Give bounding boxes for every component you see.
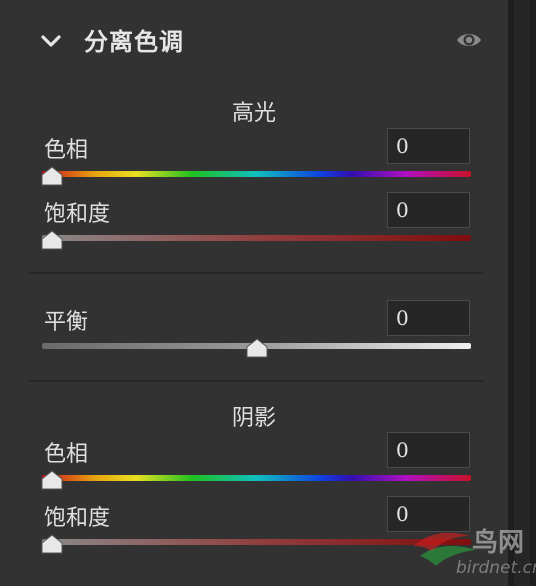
panel-title: 分离色调 xyxy=(84,28,184,56)
divider xyxy=(29,380,484,382)
shadows-saturation-slider-thumb[interactable] xyxy=(41,534,63,554)
balance-label: 平衡 xyxy=(44,310,89,335)
highlights-hue-input[interactable]: 0 xyxy=(387,128,470,164)
shadows-saturation-label: 饱和度 xyxy=(44,506,111,531)
watermark-name: 鸟网 xyxy=(472,528,525,558)
split-toning-panel: 分离色调 高光 色相 0 饱和度 0 平衡 0 阴影 色相 0 饱和度 0 xyxy=(0,0,508,586)
shadows-hue-label: 色相 xyxy=(44,442,89,467)
highlights-hue-label: 色相 xyxy=(44,138,89,163)
shadows-section-label: 阴影 xyxy=(231,406,276,431)
shadows-hue-slider-track[interactable] xyxy=(42,475,471,481)
scrollbar[interactable] xyxy=(508,0,536,586)
watermark: 鸟网 birdnet.cn xyxy=(410,522,536,586)
highlights-section-label: 高光 xyxy=(231,101,276,126)
eye-icon[interactable] xyxy=(455,28,483,52)
chevron-down-icon[interactable] xyxy=(40,30,62,52)
balance-input[interactable]: 0 xyxy=(387,300,470,336)
highlights-saturation-input[interactable]: 0 xyxy=(387,192,470,228)
balance-slider-thumb[interactable] xyxy=(246,338,268,358)
watermark-url: birdnet.cn xyxy=(456,558,536,578)
shadows-hue-input[interactable]: 0 xyxy=(387,432,470,468)
shadows-hue-slider-thumb[interactable] xyxy=(41,470,63,490)
highlights-saturation-label: 饱和度 xyxy=(44,202,111,227)
highlights-saturation-slider-track[interactable] xyxy=(42,235,471,241)
highlights-saturation-slider-thumb[interactable] xyxy=(41,230,63,250)
scrollbar-thumb[interactable] xyxy=(514,0,530,586)
highlights-hue-slider-track[interactable] xyxy=(42,171,471,177)
divider xyxy=(29,272,484,274)
highlights-hue-slider-thumb[interactable] xyxy=(41,166,63,186)
shadows-saturation-slider-track[interactable] xyxy=(42,539,471,545)
panel-header[interactable]: 分离色调 xyxy=(0,0,508,80)
